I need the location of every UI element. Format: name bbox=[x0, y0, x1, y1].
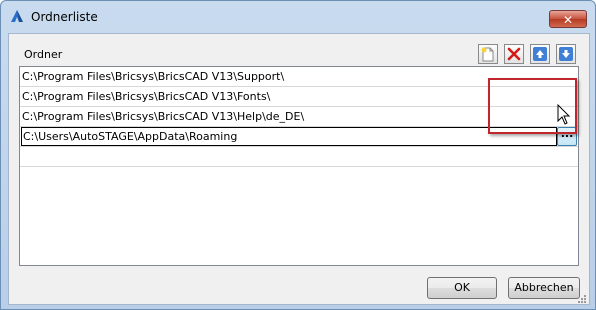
new-folder-icon bbox=[481, 47, 494, 62]
title-bar[interactable]: Ordnerliste ✕ bbox=[1, 1, 595, 31]
ok-button[interactable]: OK bbox=[427, 277, 497, 299]
move-down-button[interactable] bbox=[556, 44, 576, 64]
mouse-cursor-icon bbox=[557, 104, 571, 125]
delete-icon bbox=[507, 47, 521, 61]
new-folder-button[interactable] bbox=[478, 44, 498, 64]
window-title: Ordnerliste bbox=[31, 10, 98, 24]
dialog-window: Ordnerliste ✕ Ordner C:\Program Files\Br… bbox=[0, 0, 596, 310]
delete-button[interactable] bbox=[504, 44, 524, 64]
folder-path-input[interactable]: C:\Users\AutoSTAGE\AppData\Roaming bbox=[21, 127, 557, 146]
cancel-button[interactable]: Abbrechen bbox=[508, 277, 580, 299]
resize-grip-icon[interactable] bbox=[577, 294, 587, 304]
close-button[interactable]: ✕ bbox=[549, 10, 587, 28]
folder-list-label: Ordner bbox=[24, 48, 63, 61]
move-up-button[interactable] bbox=[530, 44, 550, 64]
move-down-icon bbox=[559, 47, 573, 61]
dialog-body: Ordner C:\Program Files\Bricsys\BricsCAD… bbox=[8, 33, 590, 305]
move-up-icon bbox=[533, 47, 547, 61]
bricscad-logo-icon bbox=[9, 8, 25, 24]
list-item-empty[interactable] bbox=[20, 147, 578, 167]
